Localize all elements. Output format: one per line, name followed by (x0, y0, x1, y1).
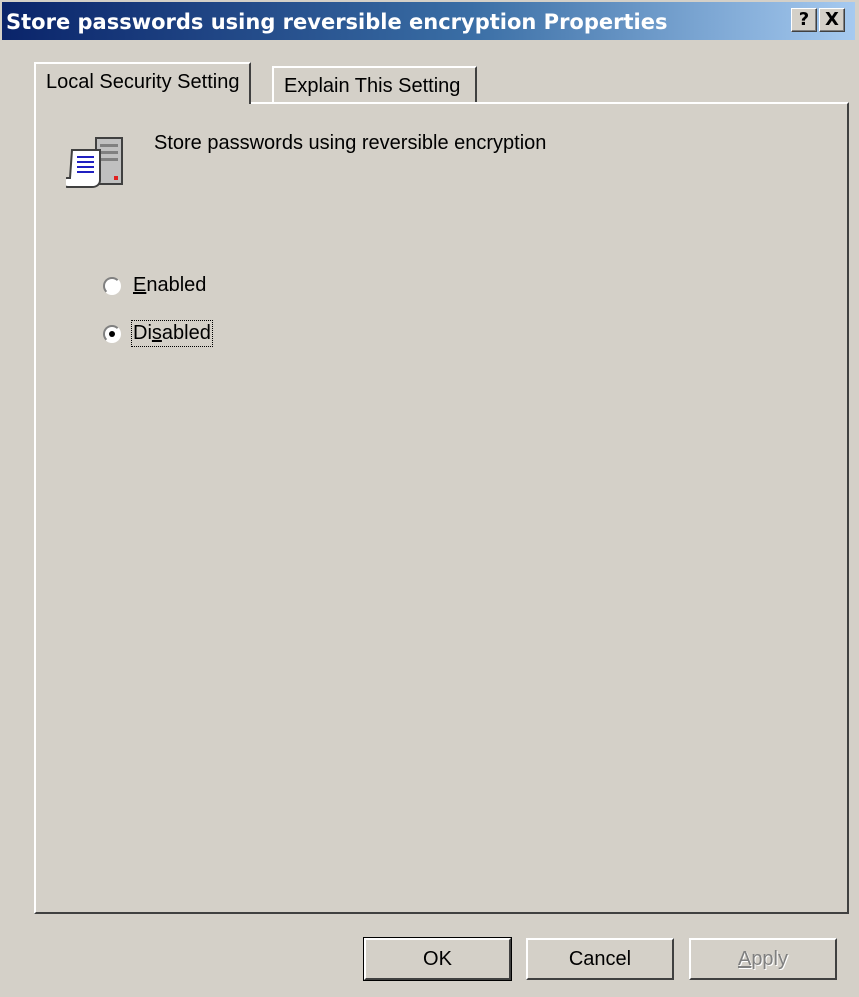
tab-panel: Store passwords using reversible encrypt… (34, 102, 849, 914)
tab-local-security-setting[interactable]: Local Security Setting (34, 62, 252, 104)
tab-explain-this-setting[interactable]: Explain This Setting (272, 66, 477, 102)
radio-button-disabled[interactable] (103, 325, 121, 343)
tab-label: Explain This Setting (284, 75, 461, 97)
radio-button-enabled[interactable] (103, 277, 121, 295)
help-button[interactable]: ? (791, 8, 817, 32)
tab-label: Local Security Setting (46, 71, 240, 93)
radio-dot (109, 331, 115, 337)
ok-button[interactable]: OK (363, 937, 512, 981)
radio-label-disabled[interactable]: Disabled (131, 320, 213, 347)
window-title: Store passwords using reversible encrypt… (6, 10, 668, 34)
radio-label-enabled[interactable]: Enabled (133, 274, 206, 297)
policy-name: Store passwords using reversible encrypt… (154, 132, 547, 154)
close-button[interactable]: X (819, 8, 845, 32)
apply-button[interactable]: Apply (689, 938, 837, 980)
title-bar[interactable]: Store passwords using reversible encrypt… (2, 2, 855, 40)
cancel-button[interactable]: Cancel (526, 938, 674, 980)
policy-server-scroll-icon (66, 137, 123, 188)
properties-dialog: Store passwords using reversible encrypt… (0, 0, 859, 997)
